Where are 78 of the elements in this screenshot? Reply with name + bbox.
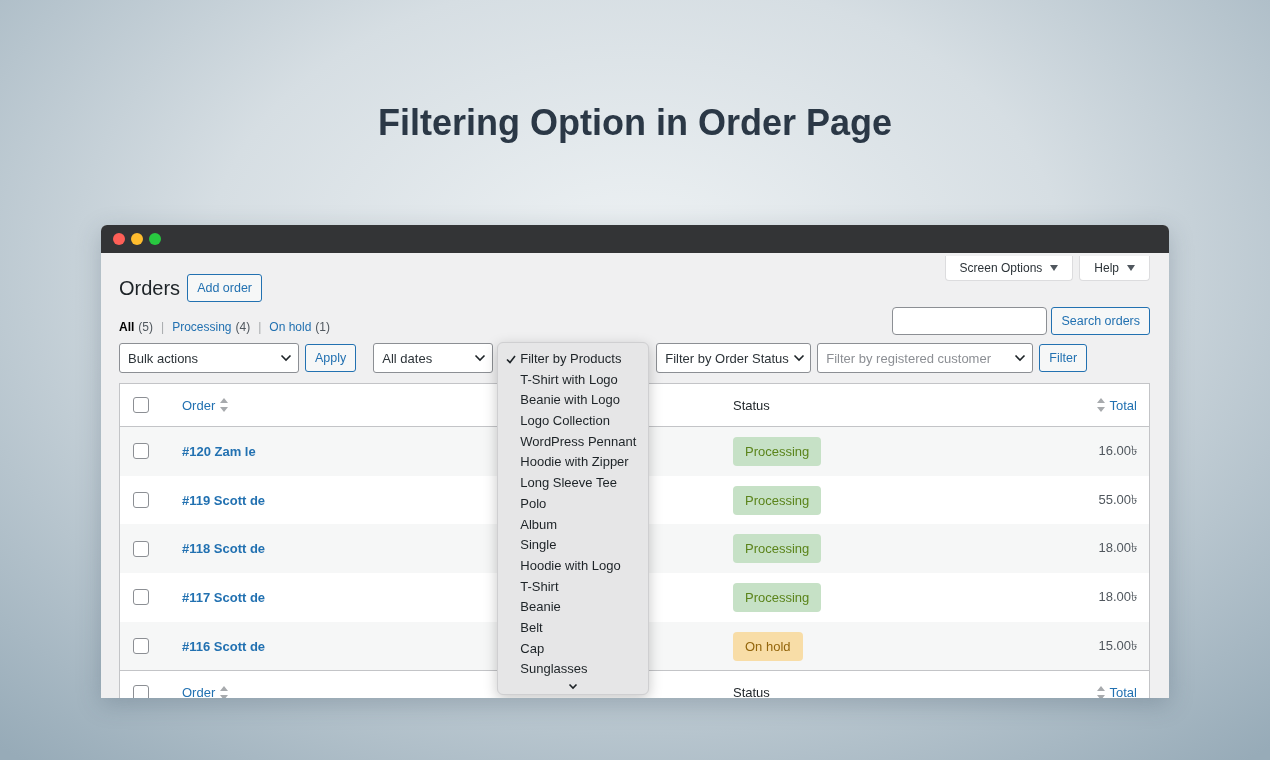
- checkbox[interactable]: [133, 492, 149, 509]
- close-dot-icon[interactable]: [113, 233, 125, 245]
- checkbox[interactable]: [133, 397, 149, 413]
- view-count: (5): [138, 320, 153, 334]
- minimize-dot-icon[interactable]: [131, 233, 143, 245]
- sort-arrows-icon: [1096, 685, 1105, 698]
- view-count: (4): [235, 320, 251, 334]
- dropdown-option[interactable]: Polo: [498, 493, 649, 515]
- caret-down-icon: [1127, 265, 1135, 271]
- search-orders-button[interactable]: Search orders: [1051, 307, 1150, 335]
- screen-meta-tab[interactable]: Help: [1079, 256, 1150, 281]
- dropdown-option[interactable]: Cap: [498, 638, 649, 660]
- checkbox[interactable]: [133, 443, 149, 460]
- dropdown-option[interactable]: T-Shirt with Logo: [498, 369, 649, 391]
- order-total: 18.00৳: [1098, 587, 1137, 606]
- dropdown-option[interactable]: Hoodie with Logo: [498, 555, 649, 577]
- dropdown-option[interactable]: Single: [498, 535, 649, 556]
- dropdown-option[interactable]: Beanie with Logo: [498, 390, 649, 412]
- sort-arrows-icon: [1096, 398, 1105, 412]
- chevron-down-icon: [792, 354, 805, 362]
- checkbox[interactable]: [133, 540, 149, 557]
- screen-meta-tab[interactable]: Screen Options: [944, 256, 1074, 281]
- checkbox[interactable]: [133, 638, 149, 655]
- status-badge: Processing: [733, 534, 822, 564]
- page-heading: Filtering Option in Order Page: [376, 101, 893, 145]
- chevron-down-icon: [1014, 354, 1027, 362]
- dropdown-option[interactable]: Long Sleeve Tee: [498, 473, 649, 494]
- status-badge: Processing: [733, 485, 822, 515]
- view-count: (1): [315, 320, 330, 334]
- view-separator: |: [161, 320, 165, 334]
- dropdown-option[interactable]: T-Shirt: [498, 576, 649, 598]
- bulk-actions-select[interactable]: Bulk actions: [119, 343, 299, 373]
- checkbox[interactable]: [133, 684, 149, 698]
- order-title-link[interactable]: #117 Scott de: [182, 589, 266, 605]
- dropdown-option[interactable]: Logo Collection: [498, 411, 649, 432]
- dropdown-option[interactable]: Album: [498, 514, 649, 536]
- dropdown-option[interactable]: Beanie: [498, 597, 649, 618]
- dropdown-option[interactable]: Belt: [498, 617, 649, 639]
- order-total: 18.00৳: [1098, 539, 1137, 558]
- search-field[interactable]: [892, 307, 1048, 335]
- caret-down-icon: [1050, 265, 1059, 271]
- add-order-button[interactable]: Add order: [187, 274, 263, 302]
- column-sort-link[interactable]: Total: [1096, 685, 1137, 698]
- checkbox[interactable]: [133, 589, 149, 606]
- chevron-down-icon: [568, 683, 579, 690]
- status-badge: Processing: [733, 436, 822, 466]
- dropdown-option[interactable]: Hoodie with Zipper: [498, 452, 649, 474]
- filter-button[interactable]: Filter: [1039, 344, 1088, 372]
- maximize-dot-icon[interactable]: [149, 233, 161, 245]
- page-title: Orders: [119, 276, 181, 300]
- column-sort-link[interactable]: Order: [182, 397, 229, 413]
- column-header: Status: [733, 685, 770, 698]
- order-total: 15.00৳: [1098, 636, 1137, 655]
- view-separator: |: [258, 320, 262, 334]
- order-total: 55.00৳: [1098, 490, 1137, 509]
- dropdown-option[interactable]: Filter by Products: [498, 349, 649, 370]
- order-status-select[interactable]: Filter by Order Status: [656, 343, 812, 373]
- date-filter-select[interactable]: All dates: [373, 343, 494, 373]
- sort-arrows-icon: [220, 398, 229, 412]
- status-view-link[interactable]: On hold: [269, 320, 312, 334]
- order-title-link[interactable]: #120 Zam le: [182, 443, 256, 459]
- column-sort-link[interactable]: Order: [182, 685, 229, 698]
- order-title-link[interactable]: #118 Scott de: [182, 541, 266, 557]
- chevron-down-icon: [474, 354, 487, 362]
- status-view-link[interactable]: Processing: [172, 320, 232, 334]
- column-sort-link[interactable]: Total: [1096, 397, 1137, 413]
- order-title-link[interactable]: #116 Scott de: [182, 638, 266, 654]
- column-header: Status: [733, 397, 770, 413]
- dropdown-option[interactable]: Sunglasses: [498, 659, 649, 680]
- status-view-link[interactable]: All: [119, 320, 135, 334]
- status-badge: On hold: [733, 631, 803, 661]
- chevron-down-icon: [280, 354, 292, 362]
- status-badge: Processing: [733, 582, 822, 612]
- apply-button[interactable]: Apply: [305, 344, 357, 372]
- order-total: 16.00৳: [1098, 441, 1137, 460]
- dropdown-option[interactable]: WordPress Pennant: [498, 431, 649, 453]
- order-title-link[interactable]: #119 Scott de: [182, 492, 266, 508]
- sort-arrows-icon: [220, 685, 229, 698]
